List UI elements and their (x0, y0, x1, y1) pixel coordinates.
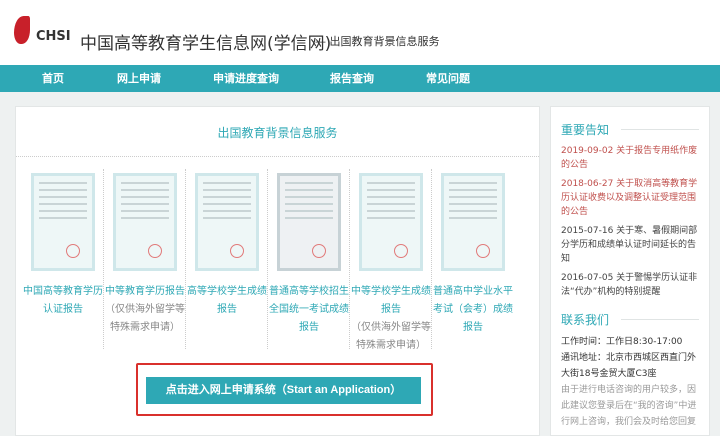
chsi-logo[interactable]: CHSI (12, 16, 72, 46)
main-title: 出国教育背景信息服务 (16, 124, 539, 157)
address: 通讯地址：北京市西城区西直门外大街18号金贸大厦C3座 (561, 353, 697, 379)
report-card[interactable]: 中等学校学生成绩报告 （仅供海外留学等特殊需求申请） (350, 169, 432, 351)
bird-logo-icon (14, 16, 30, 44)
notice-link[interactable]: 2018-06-27 关于取消高等教育学历认证收费以及调整认证受理范围的公告 (561, 177, 699, 219)
report-label[interactable]: 中等教育学历报告 （仅供海外留学等特殊需求申请） (104, 283, 186, 337)
report-thumbnail[interactable] (359, 173, 423, 271)
site-title: 中国高等教育学生信息网(学信网) (80, 34, 332, 54)
report-card[interactable]: 普通高中学业水平考试（会考）成绩报告 (432, 169, 514, 349)
start-application-button[interactable]: 点击进入网上申请系统（Start an Application） (146, 377, 421, 404)
report-thumbnail[interactable] (277, 173, 341, 271)
contact-title: 联系我们 (561, 311, 699, 328)
report-thumbnail[interactable] (113, 173, 177, 271)
apply-highlight-box: 点击进入网上申请系统（Start an Application） (136, 363, 433, 416)
site-subtitle: — 出国教育背景信息服务 (315, 35, 440, 48)
report-note: （仅供海外留学等特殊需求申请） (351, 322, 431, 351)
sidebar: 重要告知 2019-09-02 关于报告专用纸作废的公告 2018-06-27 … (550, 106, 710, 436)
report-card[interactable]: 普通高等学校招生全国统一考试成绩报告 (268, 169, 350, 349)
report-note: （仅供海外留学等特殊需求申请） (105, 304, 185, 333)
report-cards: 中国高等教育学历认证报告 中等教育学历报告 （仅供海外留学等特殊需求申请） 高等学… (22, 169, 514, 351)
header: CHSI 中国高等教育学生信息网(学信网) — 出国教育背景信息服务 (0, 0, 720, 65)
nav-online-apply[interactable]: 网上申请 (117, 65, 161, 92)
report-label[interactable]: 中等学校学生成绩报告 （仅供海外留学等特殊需求申请） (350, 283, 432, 355)
report-label-text: 中等教育学历报告 (105, 286, 185, 297)
report-label[interactable]: 中国高等教育学历认证报告 (22, 283, 104, 319)
report-card[interactable]: 中国高等教育学历认证报告 (22, 169, 104, 349)
notice-link[interactable]: 2015-07-16 关于寒、暑假期间部分学历和成绩单认证时间延长的告知 (561, 224, 699, 266)
report-card[interactable]: 中等教育学历报告 （仅供海外留学等特殊需求申请） (104, 169, 186, 349)
notice-link[interactable]: 2016-07-05 关于警惕学历认证非法“代办”机构的特别提醒 (561, 271, 699, 299)
notices-title: 重要告知 (561, 121, 699, 138)
consult-hint: 由于进行电话咨询的用户较多，因此建议您登录后在“我的咨询”中进行网上咨询，我们会… (561, 385, 697, 427)
nav-home[interactable]: 首页 (42, 65, 64, 92)
notice-link[interactable]: 2019-09-02 关于报告专用纸作废的公告 (561, 144, 699, 172)
nav-faq[interactable]: 常见问题 (426, 65, 470, 92)
report-label[interactable]: 普通高中学业水平考试（会考）成绩报告 (432, 283, 514, 337)
logo-text: CHSI (36, 29, 71, 44)
work-hours: 工作时间：工作日8:30-17:00 (561, 337, 683, 347)
report-thumbnail[interactable] (31, 173, 95, 271)
nav-report-query[interactable]: 报告查询 (330, 65, 374, 92)
main-panel: 出国教育背景信息服务 中国高等教育学历认证报告 中等教育学历报告 （仅供海外留学等… (15, 106, 540, 436)
report-label-text: 中等学校学生成绩报告 (351, 286, 431, 315)
report-label[interactable]: 高等学校学生成绩报告 (186, 283, 268, 319)
report-thumbnail[interactable] (195, 173, 259, 271)
main-nav: 首页 网上申请 申请进度查询 报告查询 常见问题 (0, 65, 720, 92)
report-thumbnail[interactable] (441, 173, 505, 271)
nav-progress-query[interactable]: 申请进度查询 (213, 65, 279, 92)
report-card[interactable]: 高等学校学生成绩报告 (186, 169, 268, 349)
report-label[interactable]: 普通高等学校招生全国统一考试成绩报告 (268, 283, 350, 337)
